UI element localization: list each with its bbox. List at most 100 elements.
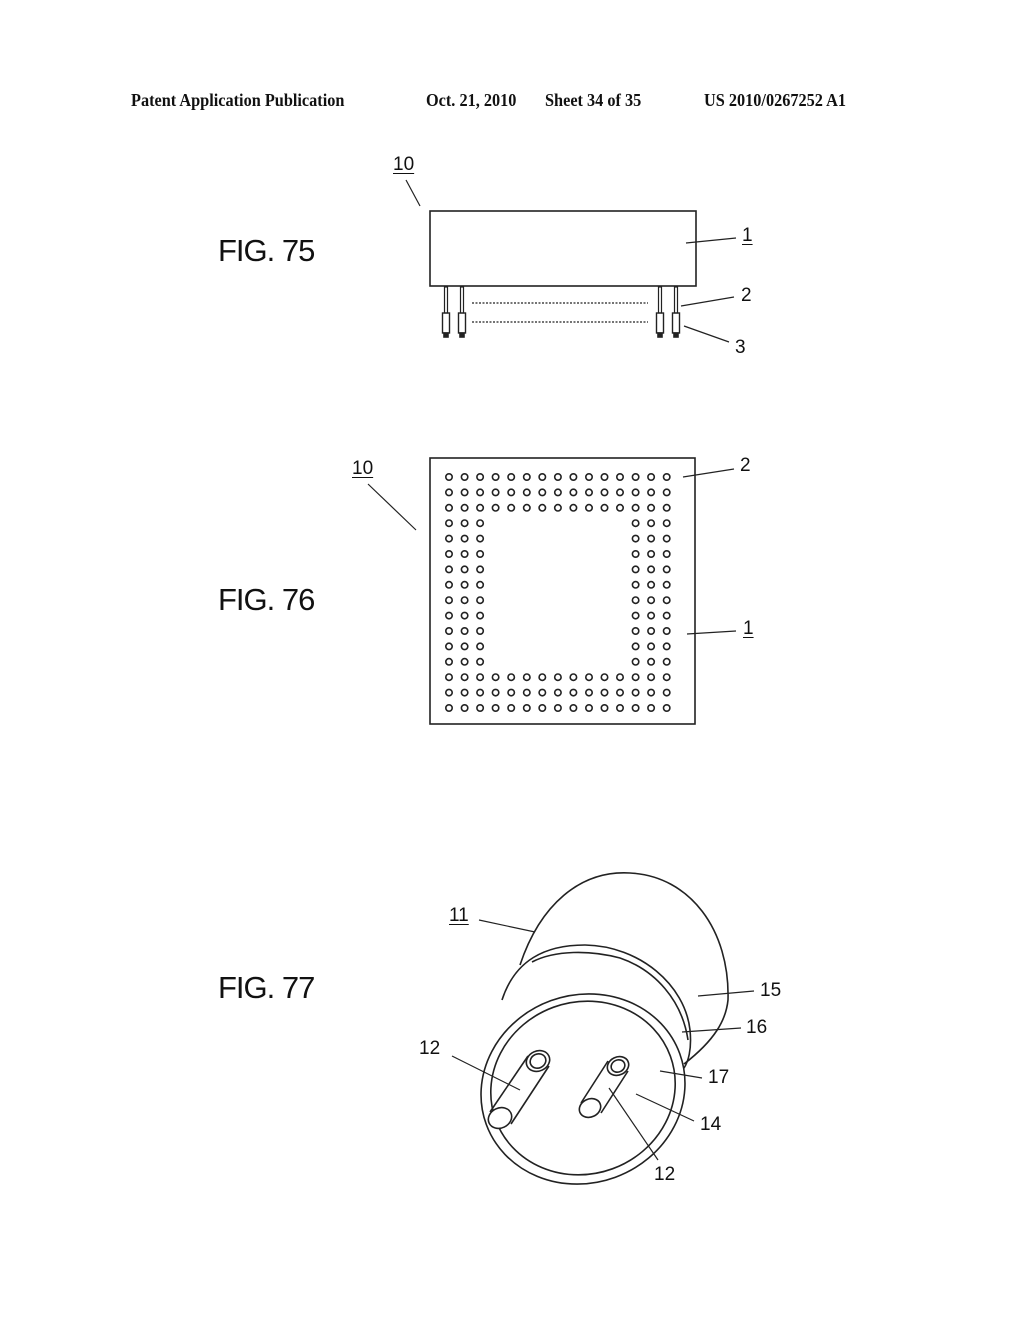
fig76-pin — [647, 703, 656, 712]
fig76-pin — [584, 673, 593, 682]
fig76-pin — [553, 472, 562, 481]
fig76-pin — [444, 503, 453, 512]
fig77-leader-11 — [478, 919, 536, 933]
fig76-pin — [662, 657, 671, 666]
fig76-pin — [600, 688, 609, 697]
fig76-pin — [569, 688, 578, 697]
fig76-pin — [662, 534, 671, 543]
fig76-pin — [647, 596, 656, 605]
fig77-label: FIG. 77 — [218, 970, 315, 1005]
fig76-pin — [615, 703, 624, 712]
fig76-pin — [460, 580, 469, 589]
fig76-pin — [444, 472, 453, 481]
fig76-pin — [476, 519, 485, 528]
fig76-pin — [522, 488, 531, 497]
fig76-pin — [631, 565, 640, 574]
fig76-pin — [662, 549, 671, 558]
fig76-pin — [553, 688, 562, 697]
fig77-ref-16: 16 — [746, 1017, 768, 1038]
fig76-pin — [538, 688, 547, 697]
fig75-package-body — [429, 210, 697, 287]
fig76-pin — [460, 549, 469, 558]
fig76-pin — [444, 642, 453, 651]
fig76-pin — [662, 642, 671, 651]
fig75-pin — [457, 286, 467, 338]
fig77-ref-12-left: 12 — [419, 1038, 441, 1059]
fig76-pin — [600, 503, 609, 512]
fig76-pin — [507, 673, 516, 682]
fig76-pin — [553, 488, 562, 497]
fig76-pin — [647, 503, 656, 512]
fig76-pin — [553, 673, 562, 682]
fig76-pin — [615, 673, 624, 682]
fig77-leader-12-right — [608, 1087, 659, 1161]
fig76-pin — [460, 688, 469, 697]
fig76-pin — [569, 503, 578, 512]
fig76-pin — [476, 472, 485, 481]
fig76-pin — [631, 703, 640, 712]
fig76-pin — [507, 703, 516, 712]
fig76-pin — [491, 503, 500, 512]
fig76-pin — [569, 472, 578, 481]
fig75-ref-3: 3 — [735, 337, 746, 358]
fig76-pin — [522, 472, 531, 481]
figure-drawings — [367, 179, 755, 1185]
fig75-pin — [671, 286, 681, 338]
fig76-pin — [600, 703, 609, 712]
fig76-pin — [631, 657, 640, 666]
fig76-pin — [476, 657, 485, 666]
fig75-pin — [655, 286, 665, 338]
fig76-pin — [444, 549, 453, 558]
fig76-pin — [584, 472, 593, 481]
fig76-pin — [647, 688, 656, 697]
fig76-pin — [662, 565, 671, 574]
fig76-pin — [491, 673, 500, 682]
fig76-pin — [522, 703, 531, 712]
fig76-pin — [631, 519, 640, 528]
fig76-pin — [569, 673, 578, 682]
fig76-pin — [507, 488, 516, 497]
fig76-pin — [460, 472, 469, 481]
fig77-ref-14: 14 — [700, 1114, 722, 1135]
fig77-leader-12-left — [451, 1055, 521, 1091]
fig76-label: FIG. 76 — [218, 582, 315, 617]
fig76-pin — [522, 688, 531, 697]
fig76-pin — [491, 703, 500, 712]
fig75-ref-2: 2 — [741, 285, 752, 306]
fig76-pin — [647, 565, 656, 574]
fig76-pin — [662, 580, 671, 589]
fig76-pin — [647, 626, 656, 635]
fig75-leader-1 — [685, 237, 737, 244]
fig77-leader-15 — [697, 990, 755, 997]
fig76-pin — [522, 673, 531, 682]
fig77-ref-11: 11 — [449, 905, 469, 926]
fig77-pin-right — [578, 1055, 630, 1119]
fig77-ref-17: 17 — [708, 1067, 730, 1088]
fig75-ref-10: 10 — [393, 154, 415, 175]
fig76-pin — [615, 488, 624, 497]
fig76-drawing — [367, 457, 737, 725]
fig76-pin — [538, 488, 547, 497]
fig76-pin — [631, 596, 640, 605]
fig76-pin — [553, 503, 562, 512]
fig76-pin — [631, 534, 640, 543]
fig75-leader-10 — [405, 179, 421, 207]
fig76-pin — [538, 472, 547, 481]
fig76-pin — [647, 673, 656, 682]
fig76-pin — [584, 503, 593, 512]
fig76-pin — [631, 488, 640, 497]
fig77-leader-16 — [681, 1027, 742, 1033]
fig77-ref-12-right: 12 — [654, 1164, 676, 1185]
fig76-pin — [460, 534, 469, 543]
fig76-pin — [631, 472, 640, 481]
fig76-pin — [476, 488, 485, 497]
fig76-pin — [662, 488, 671, 497]
fig76-pin — [647, 519, 656, 528]
fig76-pin — [662, 503, 671, 512]
fig76-pin — [476, 611, 485, 620]
fig76-pin — [491, 488, 500, 497]
fig76-pin — [507, 503, 516, 512]
fig76-pin — [569, 488, 578, 497]
fig76-pin — [662, 626, 671, 635]
fig75-pins — [441, 286, 681, 338]
